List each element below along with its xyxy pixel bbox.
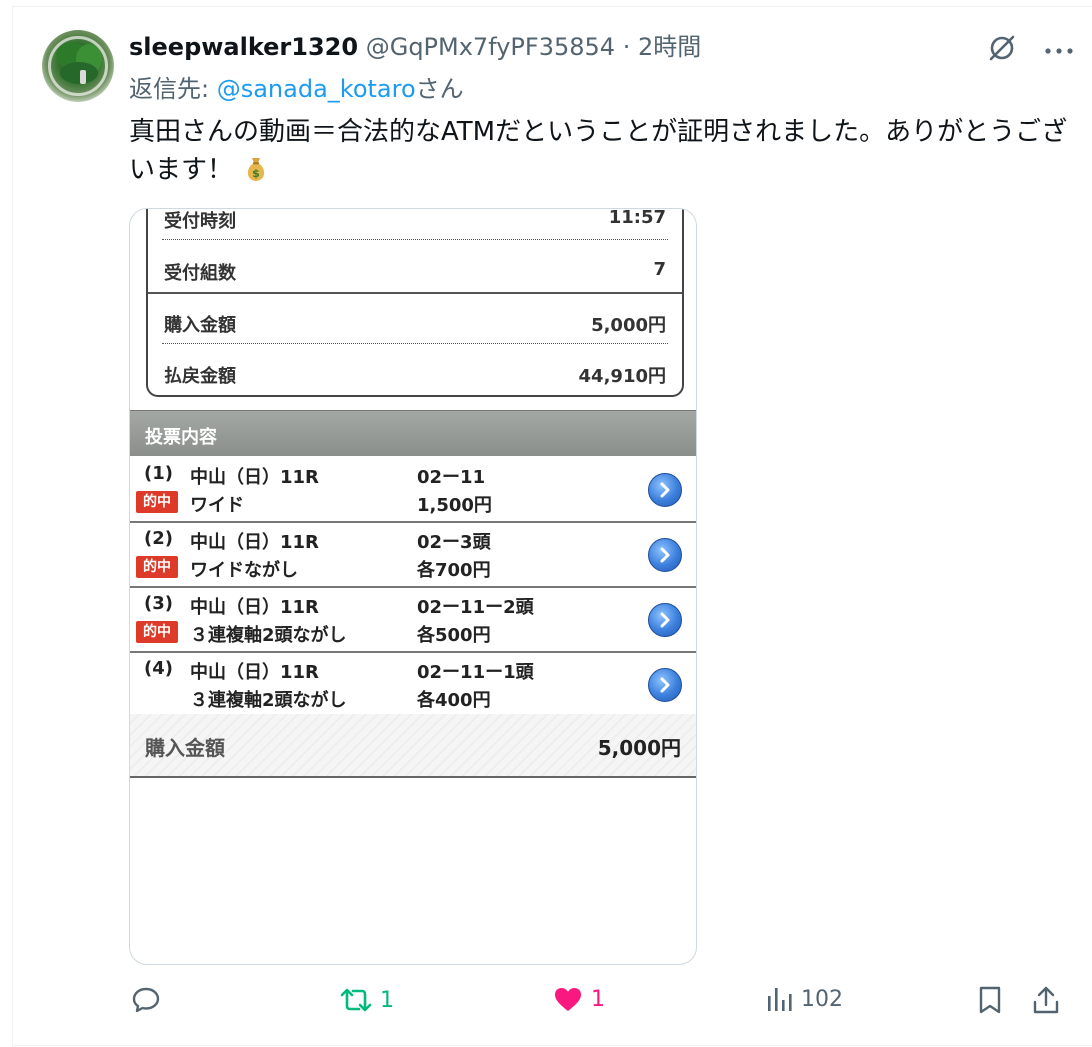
bet-number: (4) [144, 658, 173, 679]
avatar[interactable] [42, 30, 114, 102]
bet-row[interactable]: (2) 中山（日）11R 02ー3頭 的中 ワイドながし 各700円 [130, 522, 696, 588]
more-icon[interactable] [1044, 41, 1074, 60]
bookmark-icon [979, 986, 1001, 1014]
post-header: sleepwalker1320 @GqPMx7fyPF35854 · 2時間 [129, 30, 701, 64]
bet-row[interactable]: (4) 中山（日）11R 02ー11ー1頭 ３連複軸2頭ながし 各400円 [130, 652, 696, 718]
summary-row: 購入金額 5,000円 [148, 299, 682, 349]
grok-icon[interactable] [986, 32, 1018, 68]
bet-amount: 1,500円 [417, 495, 492, 516]
bet-number: (1) [144, 463, 173, 484]
bet-amount: 各500円 [417, 625, 491, 646]
views-button[interactable]: 102 [765, 985, 843, 1013]
display-name[interactable]: sleepwalker1320 [129, 33, 358, 61]
bet-race: 中山（日）11R [190, 597, 319, 618]
post-time[interactable]: 2時間 [638, 33, 701, 61]
user-handle[interactable]: @GqPMx7fyPF35854 [366, 33, 615, 61]
views-count: 102 [801, 986, 843, 1012]
summary-value: 5,000円 [591, 315, 666, 336]
summary-value: 7 [653, 259, 666, 280]
bet-number: (3) [144, 593, 173, 614]
post-text: 真田さんの動画＝合法的なATMだということが証明されました。ありがとうございます… [129, 113, 1069, 189]
repost-icon [340, 988, 372, 1012]
bet-row[interactable]: (3) 中山（日）11R 02ー11ー2頭 的中 ３連複軸2頭ながし 各500円 [130, 587, 696, 653]
hit-badge: 的中 [136, 621, 178, 643]
reply-to-line: 返信先: @sanada_kotaroさん [129, 72, 464, 106]
bet-amount: 各700円 [417, 560, 491, 581]
hit-badge: 的中 [136, 491, 178, 513]
bet-race: 中山（日）11R [190, 467, 319, 488]
summary-row: 払戻金額 44,910円 [148, 350, 682, 400]
bet-race: 中山（日）11R [190, 662, 319, 683]
bookmark-button[interactable] [977, 985, 1003, 1015]
bet-type: ワイド [190, 495, 244, 516]
money-bag-icon: $ [241, 154, 271, 184]
reply-prefix: 返信先: [129, 75, 217, 103]
top-actions [986, 32, 1074, 68]
summary-value: 44,910円 [578, 366, 666, 387]
summary-label: 払戻金額 [164, 366, 236, 387]
bet-combo: 02ー11 [417, 467, 486, 488]
bet-row[interactable]: (1) 中山（日）11R 02ー11 的中 ワイド 1,500円 [130, 457, 696, 523]
bet-combo: 02ー11ー1頭 [417, 662, 534, 683]
summary-row: 受付組数 7 [148, 247, 682, 297]
share-icon [1033, 986, 1059, 1014]
chevron-right-icon[interactable] [648, 668, 682, 702]
attached-image[interactable]: 受付時刻 11:57 受付組数 7 購入金額 5,000円 払戻金額 44,91… [129, 208, 697, 965]
bet-type: ３連複軸2頭ながし [190, 625, 347, 646]
section-header: 投票内容 [130, 410, 696, 456]
bet-combo: 02ー11ー2頭 [417, 597, 534, 618]
separator: · [622, 33, 631, 61]
summary-label: 受付時刻 [164, 211, 236, 232]
action-bar: 1 1 102 [0, 985, 1092, 1025]
heart-icon [555, 988, 581, 1011]
total-row: 購入金額 5,000円 [130, 714, 696, 778]
svg-text:$: $ [252, 167, 260, 180]
repost-button[interactable]: 1 [340, 985, 394, 1015]
summary-box: 受付時刻 11:57 受付組数 7 購入金額 5,000円 払戻金額 44,91… [146, 208, 684, 400]
bet-race: 中山（日）11R [190, 532, 319, 553]
like-button[interactable]: 1 [553, 985, 605, 1013]
bet-type: ３連複軸2頭ながし [190, 690, 347, 711]
total-label: 購入金額 [145, 736, 225, 760]
like-count: 1 [591, 986, 605, 1012]
summary-label: 受付組数 [164, 263, 236, 284]
bet-number: (2) [144, 528, 173, 549]
chevron-right-icon[interactable] [648, 538, 682, 572]
bet-type: ワイドながし [190, 560, 298, 581]
reply-button[interactable] [131, 985, 169, 1015]
bet-combo: 02ー3頭 [417, 532, 491, 553]
reply-mention-link[interactable]: @sanada_kotaro [217, 75, 416, 103]
bet-amount: 各400円 [417, 690, 491, 711]
total-value: 5,000円 [597, 736, 681, 760]
repost-count: 1 [380, 987, 394, 1013]
hit-badge: 的中 [136, 556, 178, 578]
summary-label: 購入金額 [164, 315, 236, 336]
chevron-right-icon[interactable] [648, 473, 682, 507]
reply-suffix: さん [415, 75, 464, 103]
share-button[interactable] [1032, 985, 1060, 1015]
reply-icon [132, 987, 160, 1013]
summary-value: 11:57 [608, 208, 666, 228]
views-icon [768, 988, 792, 1011]
chevron-right-icon[interactable] [648, 603, 682, 637]
